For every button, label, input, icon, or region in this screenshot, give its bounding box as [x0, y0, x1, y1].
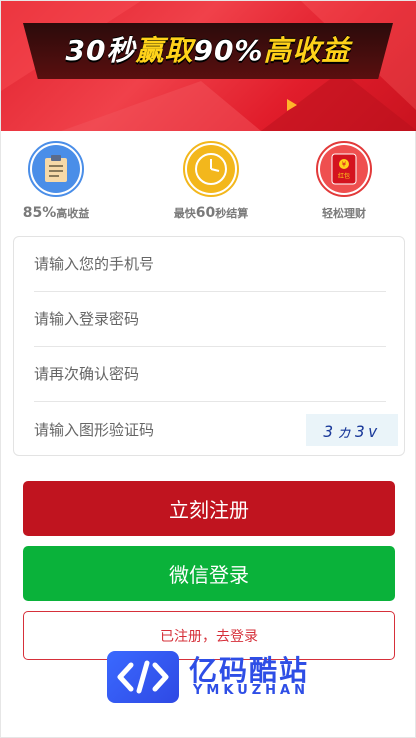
phone-field[interactable] — [34, 237, 386, 292]
register-button[interactable]: 立刻注册 — [23, 481, 395, 536]
red-envelope-icon: ¥ 红包 — [316, 141, 372, 197]
wechat-login-button[interactable]: 微信登录 — [23, 546, 395, 601]
password-field[interactable] — [34, 292, 386, 347]
clock-icon — [183, 141, 239, 197]
promo-banner: 30秒赢取90%高收益 — [1, 1, 416, 131]
svg-text:¥: ¥ — [342, 161, 347, 169]
captcha-field[interactable]: 3ヵ3v — [34, 402, 398, 457]
feature-label-easy-finance: 轻松理财 — [322, 207, 366, 220]
password-input[interactable] — [34, 292, 386, 346]
watermark-subtitle: YMKUZHAN — [193, 683, 309, 698]
feature-easy-finance: ¥ 红包 轻松理财 — [289, 141, 399, 221]
captcha-input[interactable] — [34, 402, 274, 457]
register-form: 3ヵ3v — [13, 236, 405, 457]
banner-arrow-icon — [287, 99, 297, 111]
feature-label-fast-settlement: 最快60秒结算 — [173, 205, 249, 221]
banner-title: 30秒赢取90%高收益 — [65, 34, 351, 67]
clipboard-icon — [28, 141, 84, 197]
go-login-button[interactable]: 已注册，去登录 — [23, 611, 395, 660]
feature-label-high-return: 85%高收益 — [22, 205, 90, 221]
feature-high-return: 85%高收益 — [1, 141, 111, 221]
confirm-password-input[interactable] — [34, 347, 386, 401]
phone-input[interactable] — [34, 237, 386, 291]
svg-text:红包: 红包 — [338, 172, 350, 180]
feature-fast-settlement: 最快60秒结算 — [156, 141, 266, 221]
feature-row: 85%高收益 最快60秒结算 ¥ 红包 轻松理财 — [1, 141, 416, 231]
confirm-password-field[interactable] — [34, 347, 386, 402]
captcha-image[interactable]: 3ヵ3v — [306, 414, 398, 446]
